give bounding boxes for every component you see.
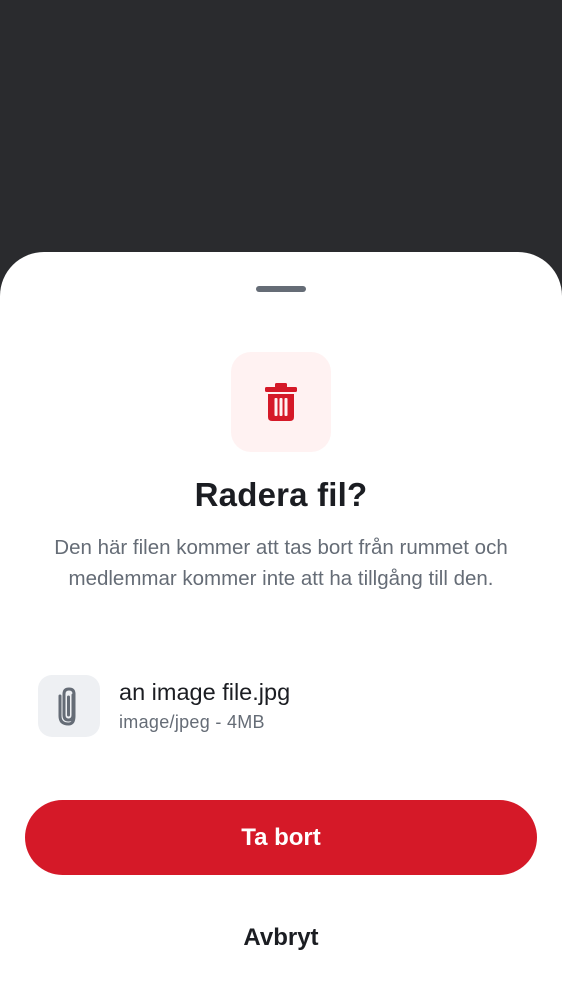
bottom-sheet: Radera fil? Den här filen kommer att tas…: [0, 252, 562, 1000]
trash-icon: [265, 383, 297, 421]
file-meta: image/jpeg - 4MB: [119, 712, 265, 732]
delete-button[interactable]: Ta bort: [25, 800, 537, 875]
delete-icon-tile: [231, 352, 331, 452]
cancel-button[interactable]: Avbryt: [25, 900, 537, 975]
dialog-title: Radera fil?: [194, 476, 368, 513]
file-icon-tile: [38, 675, 100, 737]
file-item: an image file.jpg image/jpeg - 4MB: [38, 675, 528, 737]
drag-handle[interactable]: [256, 286, 306, 292]
paperclip-icon: [58, 687, 76, 726]
dialog-message: Den här filen kommer att tas bort från r…: [54, 536, 508, 590]
file-name: an image file.jpg: [119, 679, 291, 705]
